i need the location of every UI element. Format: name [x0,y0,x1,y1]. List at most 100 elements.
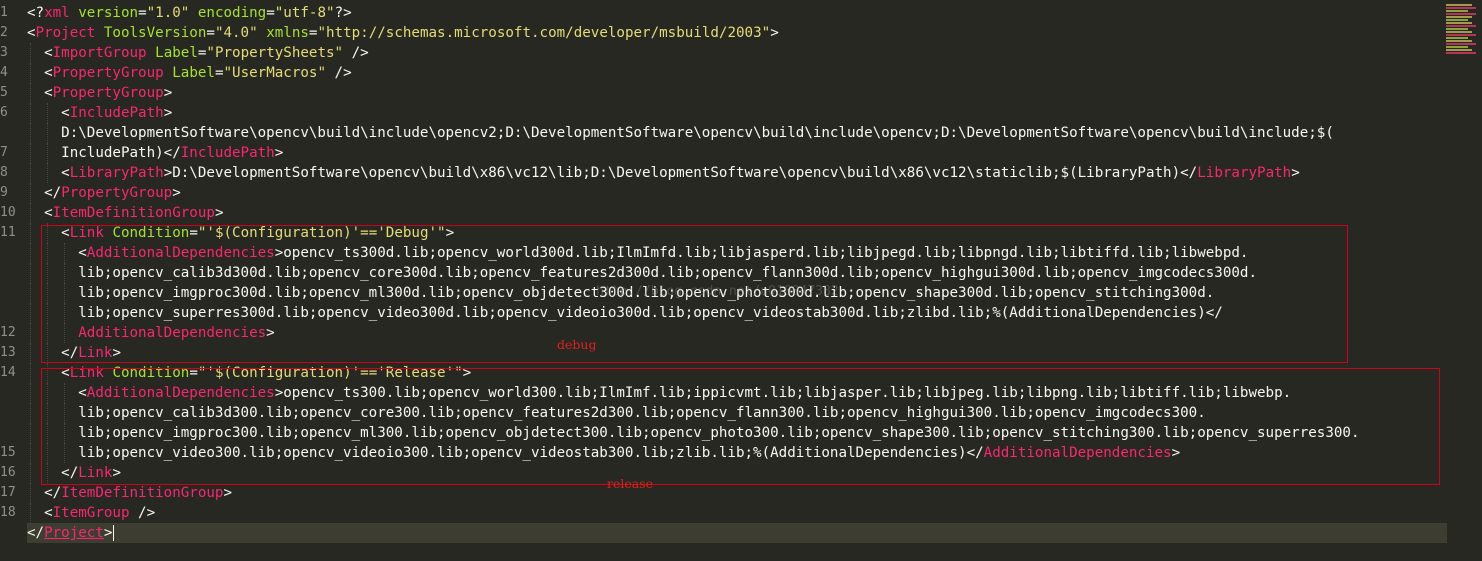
line-number: 3 [0,45,8,60]
indent-guide [30,403,32,423]
code-text: > [274,145,284,161]
indent-guide [30,63,32,83]
code-text: > [223,485,233,501]
line-number-gutter: 1 2 3 4 5 6 7 8 9 10 11 12 13 14 15 16 17 18 [0,3,22,523]
code-line[interactable]: <ItemDefinitionGroup> [27,203,1447,223]
indent-guide [30,223,32,243]
minimap-line [1446,13,1476,15]
minimap[interactable] [1446,4,1480,56]
xml-tag-name: ItemDefinitionGroup [61,485,224,501]
code-editor[interactable]: 1 2 3 4 5 6 7 8 9 10 11 12 13 14 15 16 17 18 <?xml versio… [0,0,1482,561]
code-text: > [214,205,224,221]
code-text: < [44,505,53,521]
line-number [0,263,22,283]
minimap-line [1446,28,1468,30]
code-text: < [27,25,36,41]
watermark-text: http://blog.csdn.net/u010047382 [596,284,839,299]
minimap-line [1446,16,1472,18]
line-number: 2 [0,25,8,40]
code-line[interactable]: <ItemGroup /> [27,503,1447,523]
code-text: </ [27,525,45,541]
xml-tag-name: Project [35,25,96,41]
indent-guide [30,383,32,403]
indent-guide [30,143,32,163]
xml-attribute: Label [172,65,215,81]
minimap-line [1446,25,1476,27]
indent-guide [30,423,32,443]
indent-guide [30,283,32,303]
code-text: > [103,525,113,541]
line-number: 15 [0,445,16,460]
xml-tag-name: LibraryPath [1197,165,1292,181]
code-text: /> [129,505,156,521]
minimap-line [1446,43,1476,45]
code-line[interactable]: </ItemDefinitionGroup> [27,483,1447,503]
indent-guide [47,163,49,183]
code-text: D:\DevelopmentSoftware\opencv\build\incl… [61,125,1334,141]
minimap-line [1446,34,1476,36]
code-line[interactable]: <IncludePath> [27,103,1447,123]
xml-string: "1.0" [146,5,190,21]
line-number [0,243,22,263]
code-text: IncludePath)</ [61,145,181,161]
indent-guide [30,243,32,263]
line-number: 14 [0,365,16,380]
indent-guide [30,263,32,283]
xml-tag-name: PropertyGroup [61,185,173,201]
xml-attribute: xmlns [266,25,309,41]
code-line[interactable]: <?xml version="1.0" encoding="utf-8"?> [27,3,1447,23]
xml-tag-name: ItemDefinitionGroup [52,205,215,221]
code-line[interactable]: </Project> [27,523,1447,543]
code-text: /> [326,65,352,81]
minimap-line [1446,46,1468,48]
code-text: > [172,185,181,201]
indent-guide [30,443,32,463]
xml-string: "http://schemas.microsoft.com/developer/… [317,25,771,41]
indent-guide [30,163,32,183]
indent-guide [30,123,32,143]
minimap-line [1446,37,1468,39]
xml-string: "UserMacros" [223,65,327,81]
code-text: > [1291,165,1300,181]
xml-tag-name: IncludePath [180,145,275,161]
xml-tag-name: ItemGroup [52,505,130,521]
line-number: 6 [0,105,8,120]
code-text: </ [44,185,62,201]
code-line[interactable]: <LibraryPath>D:\DevelopmentSoftware\open… [27,163,1447,183]
line-number [0,123,22,143]
line-number: 11 [0,225,16,240]
code-line[interactable]: <PropertyGroup Label="UserMacros" /> [27,63,1447,83]
code-text: < [44,65,53,81]
code-line[interactable]: <ImportGroup Label="PropertySheets" /> [27,43,1447,63]
minimap-line [1446,19,1468,21]
indent-guide [30,303,32,323]
xml-tag-name: ImportGroup [52,45,147,61]
indent-guide [47,123,49,143]
xml-tag-name: Project [44,525,104,541]
code-text: </ [44,485,62,501]
code-text: < [44,85,53,101]
code-text: > [770,25,779,41]
release-annotation-box [41,368,1440,485]
code-line[interactable]: D:\DevelopmentSoftware\opencv\build\incl… [27,123,1447,143]
indent-guide [30,503,32,523]
minimap-line [1446,49,1472,51]
code-line[interactable]: <PropertyGroup> [27,83,1447,103]
minimap-line [1446,10,1468,12]
code-line[interactable]: <Project ToolsVersion="4.0" xmlns="http:… [27,23,1447,43]
code-text: /> [343,45,369,61]
code-text: < [44,45,53,61]
line-number: 13 [0,345,16,360]
text-cursor [113,525,115,541]
line-number: 7 [0,145,8,160]
code-line[interactable]: IncludePath)</IncludePath> [27,143,1447,163]
code-line[interactable]: </PropertyGroup> [27,183,1447,203]
indent-guide [30,183,32,203]
xml-tag-name: IncludePath [69,105,164,121]
